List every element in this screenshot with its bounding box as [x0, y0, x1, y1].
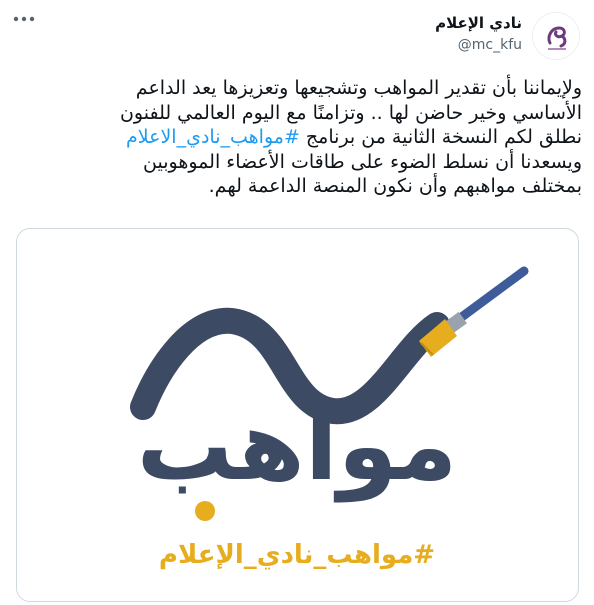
- tweet-line: بمختلف مواهبهم وأن نكون المنصة الداعمة ل…: [208, 175, 582, 198]
- tweet-line: ولإيماننا بأن تقدير المواهب وتشجيعها وتع…: [135, 77, 582, 99]
- tweet-line: الأساسي وخير حاضن لها .. وتزامنًا مع الي…: [119, 101, 582, 124]
- tweet-text: ولإيماننا بأن تقدير المواهب وتشجيعها وتع…: [16, 76, 582, 199]
- user-handle[interactable]: @mc_kfu: [222, 36, 522, 54]
- logo-dot: [195, 501, 215, 521]
- tweet-line-text: نطلق لكم النسخة الثانية من برنامج: [305, 126, 582, 149]
- media-club-logo-icon: [547, 26, 567, 50]
- tweet-card: نادي الإعلام @mc_kfu ولإيماننا بأن تقدير…: [0, 0, 594, 605]
- avatar[interactable]: [532, 12, 580, 60]
- hashtag-link[interactable]: #مواهب_نادي_الاعلام: [126, 126, 300, 148]
- tweet-author: نادي الإعلام @mc_kfu: [222, 14, 522, 54]
- display-name[interactable]: نادي الإعلام: [222, 14, 522, 32]
- logo-word: مواهب: [137, 390, 458, 503]
- tweet-media-image[interactable]: مواهب #مواهب_نادي_الإعلام: [16, 228, 579, 602]
- more-options-button[interactable]: [12, 14, 36, 24]
- tweet-line: نطلق لكم النسخة الثانية من برنامج #مواهب…: [16, 125, 582, 150]
- mawahib-logo: مواهب #مواهب_نادي_الإعلام: [130, 266, 529, 570]
- more-horizontal-icon: [13, 16, 35, 22]
- tweet-line: ويسعدنا أن نسلط الضوء على طاقات الأعضاء …: [143, 150, 582, 173]
- logo-hashtag: #مواهب_نادي_الإعلام: [159, 540, 435, 570]
